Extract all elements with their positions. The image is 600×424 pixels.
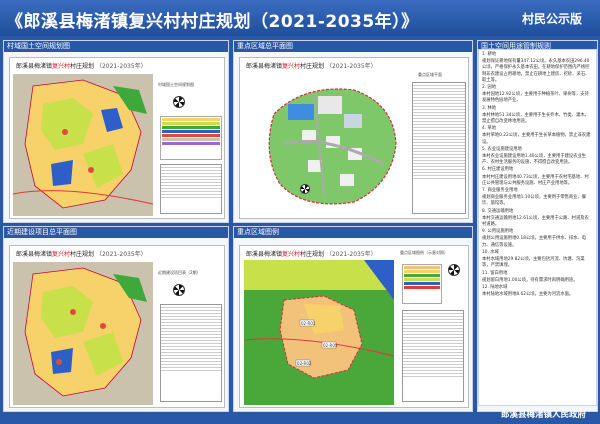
title-prefix: 郎溪县梅渚镇	[16, 63, 53, 70]
title-suffix: 村庄规划	[70, 63, 95, 70]
rule-text: 本村草地0.22公顷，主要用于生长草本植物，禁止非农建设。	[482, 133, 591, 145]
title-year: （2021-2035年）	[325, 63, 377, 70]
land-control-rules: 1. 耕地 规划保证耕地保有量347.12公顷。永久基本农田296.40公顷，严…	[478, 49, 597, 406]
sheet-title: 郎溪县梅渚镇复兴村村庄规划 （2021-2035年）	[16, 61, 147, 70]
page-banner: 《郎溪县梅渚镇复兴村村庄规划（2021-2035年）》 村民公示版	[0, 0, 600, 36]
rule-heading: 3. 林地	[482, 105, 497, 111]
title-village: 复兴村	[52, 63, 71, 70]
key-plan-panel: 重点区域总平面图 郎溪县梅渚镇复兴村村庄规划 （2021-2035年） 重点区域…	[233, 40, 473, 223]
land-use-map-svg	[13, 74, 153, 216]
rule-text: 本村园地12.92公顷，主要用于种植茶叶、果树等，支持发展特色园地产业。	[482, 92, 589, 104]
panel-title: 村域国土空间规划图	[4, 41, 228, 52]
rule-text: 规划商业服务业用地1.10公顷，主要用于零售商业、餐饮、旅馆等。	[482, 195, 587, 207]
rule-heading: 2. 园地	[482, 85, 497, 91]
key-map-sheet: 郎溪县梅渚镇复兴村村庄规划 （2021-2035年） 重点区域图例（示意对照） …	[239, 245, 469, 408]
land-use-table	[160, 164, 222, 214]
sheet-title: 郎溪县梅渚镇复兴村村庄规划 （2021-2035年）	[246, 61, 377, 70]
projects-sheet: 郎溪县梅渚镇复兴村村庄规划 （2021-2035年） 近期建设项目表（2期）	[9, 245, 225, 408]
rule-heading: 8. 交通运输用地	[482, 208, 514, 214]
north-arrow-icon	[173, 284, 185, 296]
key-plan-sheet: 郎溪县梅渚镇复兴村村庄规划 （2021-2035年） 重点区域平面	[239, 57, 469, 219]
plot-label: 02-R01	[301, 321, 316, 326]
panel-title: 重点区域总平面图	[234, 41, 472, 52]
rule-heading: 12. 陆地水域	[482, 284, 508, 290]
land-use-map	[13, 74, 153, 216]
north-arrow-icon	[300, 184, 310, 194]
key-plan-map-svg	[244, 74, 404, 216]
panel-title: 近期建设项目总平面图	[4, 227, 228, 238]
key-area-map-svg: 02-R01 02-R05 02-R02	[244, 260, 394, 405]
projects-map	[13, 262, 153, 405]
publication-tag: 村民公示版	[521, 12, 582, 26]
rule-heading: 6. 村庄建设用地	[482, 167, 514, 173]
sheet-tag: 近期建设项目表（2期）	[158, 270, 201, 275]
north-arrow-icon	[173, 96, 185, 108]
page-title: 《郎溪县梅渚镇复兴村村庄规划（2021-2035年）》	[6, 12, 419, 32]
recent-projects-panel: 近期建设项目总平面图 郎溪县梅渚镇复兴村村庄规划 （2021-2035年） 近期…	[3, 226, 229, 412]
village-land-panel: 村域国土空间规划图 郎溪县梅渚镇复兴村村庄规划 （2021-2035年） 村域国…	[3, 40, 229, 223]
title-year: （2021-2035年）	[325, 251, 377, 258]
rule-text: 本村水域用地29.82公顷，主要包括河流、坑塘、沟渠等，严禁填埋。	[482, 257, 585, 269]
key-area-map: 02-R01 02-R05 02-R02	[244, 260, 394, 405]
key-map-panel: 重点区域图例 郎溪县梅渚镇复兴村村庄规划 （2021-2035年） 重点区域图例…	[233, 226, 473, 412]
rule-heading: 5. 农业设施建设用地	[482, 146, 522, 152]
title-suffix: 村庄规划	[70, 251, 95, 258]
title-prefix: 郎溪县梅渚镇	[246, 63, 283, 70]
rule-heading: 11. 留白用地	[482, 270, 508, 276]
land-use-legend	[160, 116, 222, 160]
key-plan-map	[244, 74, 404, 216]
plot-label: 02-R05	[323, 343, 338, 348]
issuer-footer: 郎溪县梅渚镇人民政府	[500, 410, 586, 420]
rule-heading: 7. 商业服务业用地	[482, 188, 518, 194]
panel-title: 重点区域图例	[234, 227, 472, 238]
plan-sheet: 郎溪县梅渚镇复兴村村庄规划 （2021-2035年） 村域国土空间规划图	[9, 57, 225, 219]
title-prefix: 郎溪县梅渚镇	[16, 251, 53, 258]
rule-heading: 10. 水域	[482, 249, 499, 255]
rule-heading: 4. 草地	[482, 126, 497, 132]
title-prefix: 郎溪县梅渚镇	[246, 251, 283, 258]
rule-text: 本村林地51.34公顷，主要用于生长乔木、竹类、灌木。禁止擅自改变林地用途。	[482, 112, 589, 125]
key-plan-legend-table	[412, 82, 466, 214]
title-year: （2021-2035年）	[95, 251, 147, 258]
title-village: 复兴村	[52, 251, 71, 258]
title-village: 复兴村	[282, 251, 301, 258]
rule-text: 本村交通运输用地12.61公顷，主要用于公路、村道及农村道路。	[482, 215, 589, 228]
title-year: （2021-2035年）	[95, 63, 147, 70]
sheet-tag: 重点区域图例（示意对照）	[400, 250, 448, 255]
rule-heading: 9. 公用设施用地	[482, 229, 514, 235]
sheet-tag: 重点区域平面	[418, 72, 442, 77]
sheet-title: 郎溪县梅渚镇复兴村村庄规划 （2021-2035年）	[246, 249, 377, 258]
title-village: 复兴村	[282, 63, 301, 70]
rule-text: 本村陆地水域用地8.62公顷，主要为河流水面。	[482, 292, 574, 298]
sheet-title: 郎溪县梅渚镇复兴村村庄规划 （2021-2035年）	[16, 249, 147, 258]
projects-map-svg	[13, 262, 153, 405]
projects-table	[160, 304, 222, 402]
north-arrow-icon	[448, 264, 460, 276]
rule-text: 规划公用设施用地0.18公顷，主要用于供水、排水、电力、通信等设施。	[482, 236, 587, 248]
rule-text: 本村农业设施建设用地1.40公顷，主要用于建设农业生产、农村生活服务的设施，不得…	[482, 154, 587, 166]
sheet-tag: 村域国土空间规划图	[158, 82, 194, 87]
indicator-table	[402, 310, 464, 402]
key-map-legend	[402, 264, 442, 304]
rule-text: 规划保证耕地保有量347.12公顷。永久基本农田296.40公顷，严格保护永久基…	[482, 59, 590, 83]
title-suffix: 村庄规划	[300, 251, 325, 258]
plot-label: 02-R02	[297, 361, 312, 366]
rule-heading: 1. 耕地	[482, 52, 497, 57]
rule-text: 规划留白用地1.00公顷，待有需求时再明确用途。	[482, 277, 578, 283]
title-suffix: 村庄规划	[300, 63, 325, 70]
rule-text: 本村村庄建设用地40.73公顷，主要用于农村宅基地、村庄公共管理与公共服务设施、…	[482, 174, 589, 186]
